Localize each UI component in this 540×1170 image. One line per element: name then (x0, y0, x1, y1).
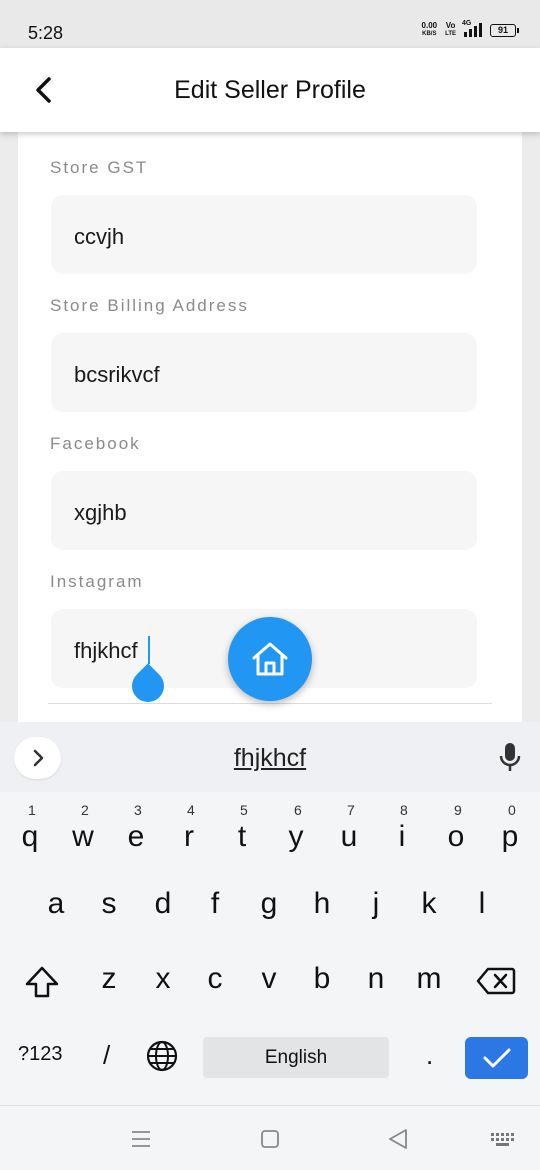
menu-icon (132, 1131, 150, 1147)
home-nav-button[interactable] (260, 1129, 280, 1154)
key-w[interactable]: 2w (57, 802, 109, 862)
enter-key[interactable] (465, 1037, 528, 1079)
status-time: 5:28 (28, 23, 64, 43)
backspace-icon (476, 967, 516, 995)
space-key[interactable]: English (203, 1037, 389, 1078)
keyboard-switch-button[interactable] (490, 1132, 516, 1153)
status-bar: 5:28 0.00 KB/S Vo LTE 4G 91 (0, 0, 540, 48)
key-i[interactable]: 8i (376, 802, 428, 862)
instagram-value: fhjkhcf (74, 638, 138, 663)
key-s[interactable]: s (83, 887, 135, 947)
volte-icon: Vo LTE (445, 21, 456, 38)
microphone-button[interactable] (497, 741, 523, 778)
key-u[interactable]: 7u (323, 802, 375, 862)
period-key[interactable]: . (426, 1040, 433, 1071)
store-billing-address-value: bcsrikvcf (74, 362, 160, 387)
signal-icon: 4G (462, 20, 482, 37)
facebook-label: Facebook (50, 434, 141, 453)
store-billing-address-field[interactable]: bcsrikvcf (51, 333, 477, 412)
key-g[interactable]: g (243, 887, 295, 947)
app-header: Edit Seller Profile (0, 48, 540, 132)
home-fab-button[interactable] (228, 617, 312, 701)
key-o[interactable]: 9o (430, 802, 482, 862)
key-r[interactable]: 4r (163, 802, 215, 862)
system-nav-bar (0, 1105, 540, 1170)
facebook-value: xgjhb (74, 500, 127, 525)
key-d[interactable]: d (137, 887, 189, 947)
key-x[interactable]: x (137, 962, 189, 1022)
key-t[interactable]: 5t (216, 802, 268, 862)
key-f[interactable]: f (189, 887, 241, 947)
key-z[interactable]: z (83, 962, 135, 1022)
key-l[interactable]: l (456, 887, 508, 947)
key-y[interactable]: 6y (270, 802, 322, 862)
cursor-handle[interactable] (125, 663, 171, 709)
store-gst-value: ccvjh (74, 224, 125, 249)
store-gst-field[interactable]: ccvjh (51, 195, 477, 274)
back-nav-button[interactable] (387, 1128, 409, 1155)
key-p[interactable]: 0p (484, 802, 536, 862)
key-h[interactable]: h (296, 887, 348, 947)
key-b[interactable]: b (296, 962, 348, 1022)
language-key[interactable] (145, 1039, 179, 1078)
home-icon (252, 642, 288, 676)
globe-icon (146, 1040, 178, 1072)
microphone-icon (499, 743, 521, 771)
key-v[interactable]: v (243, 962, 295, 1022)
page-title: Edit Seller Profile (174, 76, 366, 104)
key-k[interactable]: k (403, 887, 455, 947)
instagram-label: Instagram (50, 572, 144, 591)
store-gst-label: Store GST (50, 158, 149, 177)
key-q[interactable]: 1q (4, 802, 56, 862)
recent-apps-button[interactable] (131, 1130, 151, 1153)
key-a[interactable]: a (30, 887, 82, 947)
symbols-key[interactable]: ?123 (18, 1043, 63, 1066)
check-icon (483, 1048, 510, 1068)
battery-icon: 91 (490, 23, 519, 37)
network-speed: 0.00 KB/S (421, 21, 438, 38)
key-m[interactable]: m (403, 962, 455, 1022)
triangle-back-icon (389, 1129, 407, 1149)
key-n[interactable]: n (350, 962, 402, 1022)
square-icon (261, 1130, 279, 1148)
slash-key[interactable]: / (103, 1040, 110, 1071)
divider (48, 703, 492, 704)
key-c[interactable]: c (189, 962, 241, 1022)
store-billing-address-label: Store Billing Address (50, 296, 249, 315)
suggestion-bar: fhjkhcf (0, 722, 540, 792)
backspace-key[interactable] (470, 962, 522, 1022)
soft-keyboard: fhjkhcf 1q 2w 3e 4r 5t 6y 7u 8i 9o 0p a … (0, 722, 540, 1105)
key-j[interactable]: j (350, 887, 402, 947)
keyboard-icon (491, 1133, 514, 1146)
status-icons: 0.00 KB/S Vo LTE 4G 91 (421, 20, 519, 38)
suggestion-word[interactable]: fhjkhcf (0, 744, 540, 773)
key-e[interactable]: 3e (110, 802, 162, 862)
facebook-field[interactable]: xgjhb (51, 471, 477, 550)
shift-icon (25, 966, 59, 998)
shift-key[interactable] (16, 962, 68, 1022)
text-cursor (148, 636, 150, 664)
